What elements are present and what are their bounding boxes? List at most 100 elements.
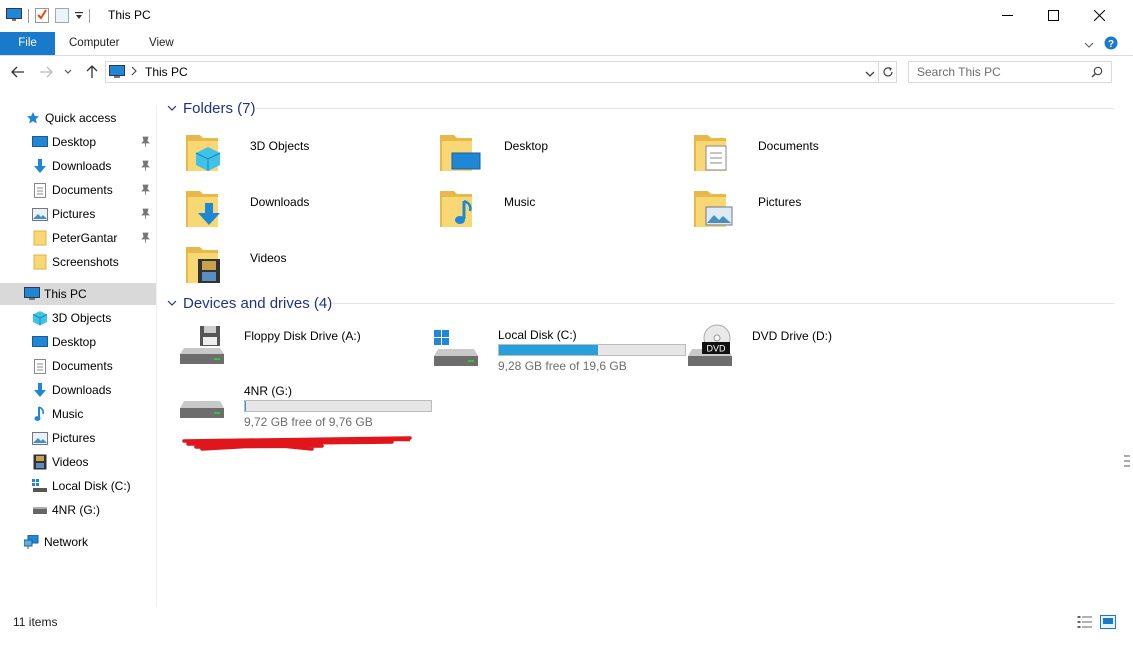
sidebar-item-screenshots[interactable]: Screenshots (0, 251, 156, 273)
address-bar[interactable]: This PC (105, 61, 879, 83)
folder-tile-pictures[interactable]: Pictures (692, 185, 932, 235)
redaction-scribble (182, 436, 412, 451)
sidebar-item-this-pc[interactable]: This PC (0, 283, 156, 305)
details-view-icon[interactable] (1077, 615, 1093, 629)
document-icon (694, 135, 727, 171)
folder-tile-downloads[interactable]: Downloads (184, 185, 424, 235)
folders-group-header[interactable]: Folders (7) (167, 97, 256, 119)
pin-icon[interactable] (141, 160, 150, 174)
sidebar-item-label: Music (52, 407, 84, 421)
properties-icon[interactable] (35, 7, 49, 26)
folder-tile-documents[interactable]: Documents (692, 129, 932, 179)
search-box[interactable] (908, 61, 1112, 83)
drives-group-header[interactable]: Devices and drives (4) (167, 292, 332, 314)
minimize-icon (1001, 14, 1013, 16)
sidebar-item-downloads-pc[interactable]: Downloads (0, 379, 156, 401)
storage-progress-fill (499, 345, 598, 355)
toolbar-separator (28, 9, 29, 23)
maximize-button[interactable] (1030, 0, 1076, 30)
tab-view[interactable]: View (135, 32, 188, 55)
sidebar-item-label: Pictures (52, 207, 96, 221)
close-icon (1093, 9, 1105, 21)
drive-tile-dvd-d[interactable]: DVD DVD Drive (D:) (686, 324, 926, 374)
new-folder-icon[interactable] (55, 7, 69, 26)
sidebar-item-local-disk-c[interactable]: Local Disk (C:) (0, 475, 156, 497)
sidebar-item-petergantar[interactable]: PeterGantar (0, 227, 156, 249)
help-icon[interactable]: ? (1104, 36, 1118, 53)
tab-file[interactable]: File (0, 32, 55, 55)
sidebar-item-pictures[interactable]: Pictures (0, 203, 156, 225)
search-icon[interactable] (1091, 66, 1103, 81)
sidebar-item-label: Downloads (52, 159, 112, 173)
folder-tile-desktop[interactable]: Desktop (438, 129, 678, 179)
film-icon (32, 454, 48, 470)
folder-label: Pictures (758, 195, 802, 209)
storage-progress-fill (245, 401, 246, 411)
computer-icon[interactable] (6, 7, 22, 25)
folder-tile-videos[interactable]: Videos (184, 241, 424, 291)
sidebar-item-label: Desktop (52, 335, 97, 349)
sidebar-item-label: Documents (52, 183, 113, 197)
computer-icon (109, 65, 125, 82)
folders-group-title: Folders (7) (183, 99, 256, 117)
pin-icon[interactable] (141, 184, 150, 198)
sidebar-item-4nr-g[interactable]: 4NR (G:) (0, 499, 156, 521)
pin-icon[interactable] (141, 208, 150, 222)
network-icon (24, 534, 40, 550)
drive-tile-4nr-g[interactable]: 4NR (G:) 9,72 GB free of 9,76 GB (178, 380, 432, 430)
forward-arrow-icon (40, 66, 53, 78)
scrollbar-gripper-icon[interactable] (1124, 454, 1130, 470)
large-icons-view-icon[interactable] (1100, 615, 1116, 629)
folder-label: Desktop (504, 139, 549, 153)
drive-tile-local-disk-c[interactable]: Local Disk (C:) 9,28 GB free of 19,6 GB (432, 324, 686, 374)
folder-tile-music[interactable]: Music (438, 185, 678, 235)
sidebar-item-3d-objects[interactable]: 3D Objects (0, 307, 156, 329)
minimize-button[interactable] (984, 0, 1030, 30)
cube-icon (32, 310, 48, 326)
pin-icon[interactable] (141, 136, 150, 150)
sidebar-item-pictures-pc[interactable]: Pictures (0, 427, 156, 449)
search-input[interactable] (909, 62, 1089, 82)
recent-locations-button[interactable] (62, 63, 74, 81)
sidebar-item-documents-pc[interactable]: Documents (0, 355, 156, 377)
breadcrumb-this-pc[interactable]: This PC (145, 65, 188, 79)
storage-progress-bar (244, 400, 432, 412)
sidebar-item-downloads[interactable]: Downloads (0, 155, 156, 177)
forward-button[interactable] (37, 63, 55, 81)
sidebar-item-desktop[interactable]: Desktop (0, 131, 156, 153)
close-button[interactable] (1076, 0, 1122, 30)
breadcrumb-chevron-icon[interactable] (131, 65, 137, 79)
tab-computer[interactable]: Computer (55, 32, 134, 55)
sidebar-item-desktop-pc[interactable]: Desktop (0, 331, 156, 353)
sidebar-item-network[interactable]: Network (0, 531, 156, 553)
svg-text:?: ? (1108, 39, 1114, 50)
sidebar-item-music[interactable]: Music (0, 403, 156, 425)
file-list: Folders (7) 3D Objects Desktop Documents… (164, 92, 1116, 607)
folder-label: Documents (758, 139, 819, 153)
sidebar-item-videos[interactable]: Videos (0, 451, 156, 473)
sidebar-item-label: This PC (44, 287, 87, 301)
sidebar-item-label: Documents (52, 359, 113, 373)
refresh-button[interactable] (878, 61, 897, 83)
address-history-chevron-icon[interactable] (865, 67, 875, 81)
sidebar-item-label: Network (44, 535, 89, 549)
group-divider (332, 303, 1114, 304)
drive-label: Floppy Disk Drive (A:) (244, 329, 361, 343)
folder-tile-3d-objects[interactable]: 3D Objects (184, 129, 424, 179)
up-button[interactable] (83, 63, 101, 81)
customize-toolbar-chevron-icon[interactable] (75, 9, 83, 23)
expand-ribbon-chevron-icon[interactable] (1084, 38, 1094, 52)
film-icon (186, 247, 220, 283)
back-button[interactable] (9, 63, 27, 81)
folder-label: Videos (250, 251, 287, 265)
picture-icon (32, 430, 48, 446)
pin-icon[interactable] (141, 232, 150, 246)
sidebar-item-quick-access[interactable]: Quick access (0, 107, 156, 129)
sidebar-item-documents[interactable]: Documents (0, 179, 156, 201)
chevron-down-icon (64, 69, 72, 74)
drive-tile-floppy-a[interactable]: Floppy Disk Drive (A:) (178, 324, 418, 374)
maximize-icon (1047, 9, 1059, 21)
picture-icon (32, 206, 48, 222)
windows-drive-icon (434, 330, 478, 366)
sidebar-item-label: Local Disk (C:) (52, 479, 131, 493)
